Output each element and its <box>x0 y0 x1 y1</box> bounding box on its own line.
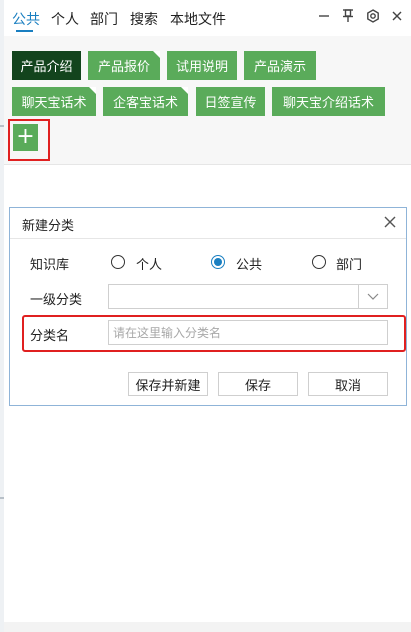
save-and-new-button[interactable]: 保存并新建 <box>128 372 208 396</box>
category-label: 产品演示 <box>253 60 306 75</box>
cancel-button[interactable]: 取消 <box>308 372 388 396</box>
active-tab-underline <box>16 30 33 32</box>
corner-fold-icon <box>153 51 160 58</box>
select-divider <box>358 285 359 308</box>
bottom-scroll-bar <box>4 622 411 632</box>
radio-department[interactable] <box>312 255 326 269</box>
tab-department[interactable]: 部门 <box>90 9 118 29</box>
dialog-title: 新建分类 <box>22 219 75 234</box>
radio-personal[interactable] <box>111 255 125 269</box>
radio-public[interactable] <box>211 255 225 269</box>
corner-fold-icon <box>89 87 96 94</box>
category-button[interactable]: 产品演示 <box>244 51 316 80</box>
category-button[interactable]: 聊天宝介绍话术 <box>272 87 385 116</box>
save-button[interactable]: 保存 <box>218 372 298 396</box>
minimize-icon[interactable] <box>314 6 334 26</box>
radio-department-label[interactable]: 部门 <box>336 254 362 273</box>
category-button[interactable]: 日签宣传 <box>196 87 265 116</box>
category-label: 聊天宝介绍话术 <box>282 96 374 111</box>
category-label: 企客宝话术 <box>112 96 178 111</box>
category-button[interactable]: 产品报价 <box>88 51 160 80</box>
corner-fold-icon <box>181 87 188 94</box>
category-button[interactable]: 企客宝话术 <box>103 87 188 116</box>
close-icon[interactable] <box>387 6 407 26</box>
tab-local-files[interactable]: 本地文件 <box>170 9 226 29</box>
edge-tick <box>0 497 4 499</box>
category-label: 产品报价 <box>97 60 150 75</box>
tab-personal[interactable]: 个人 <box>51 9 79 29</box>
category-button[interactable]: 产品介绍 <box>12 51 81 80</box>
dialog-close-icon[interactable] <box>379 211 401 233</box>
category-label: 产品介绍 <box>20 60 73 75</box>
add-button-highlight-box <box>8 119 50 161</box>
radio-personal-label[interactable]: 个人 <box>136 254 162 273</box>
chevron-down-icon <box>367 293 379 300</box>
knowledge-base-label: 知识库 <box>30 258 70 273</box>
category-label: 日签宣传 <box>204 96 257 111</box>
radio-public-label[interactable]: 公共 <box>236 254 262 273</box>
pin-icon[interactable] <box>338 6 358 26</box>
new-category-dialog: 新建分类 知识库 个人 公共 部门 一级分类 分类名 保存并新建 保存 取消 <box>9 207 407 406</box>
top-tab-bar: 公共 个人 部门 搜索 本地文件 <box>4 0 411 36</box>
tab-public[interactable]: 公共 <box>12 9 40 29</box>
category-button[interactable]: 试用说明 <box>167 51 237 80</box>
category-label: 试用说明 <box>175 60 228 75</box>
name-field-highlight-box <box>22 315 406 352</box>
level1-category-label: 一级分类 <box>30 293 83 308</box>
settings-icon[interactable] <box>363 6 383 26</box>
category-button[interactable]: 聊天宝话术 <box>12 87 96 116</box>
tab-search[interactable]: 搜索 <box>130 9 158 29</box>
category-label: 聊天宝话术 <box>21 96 87 111</box>
level1-category-select[interactable] <box>108 284 388 309</box>
dialog-header: 新建分类 <box>10 208 406 239</box>
